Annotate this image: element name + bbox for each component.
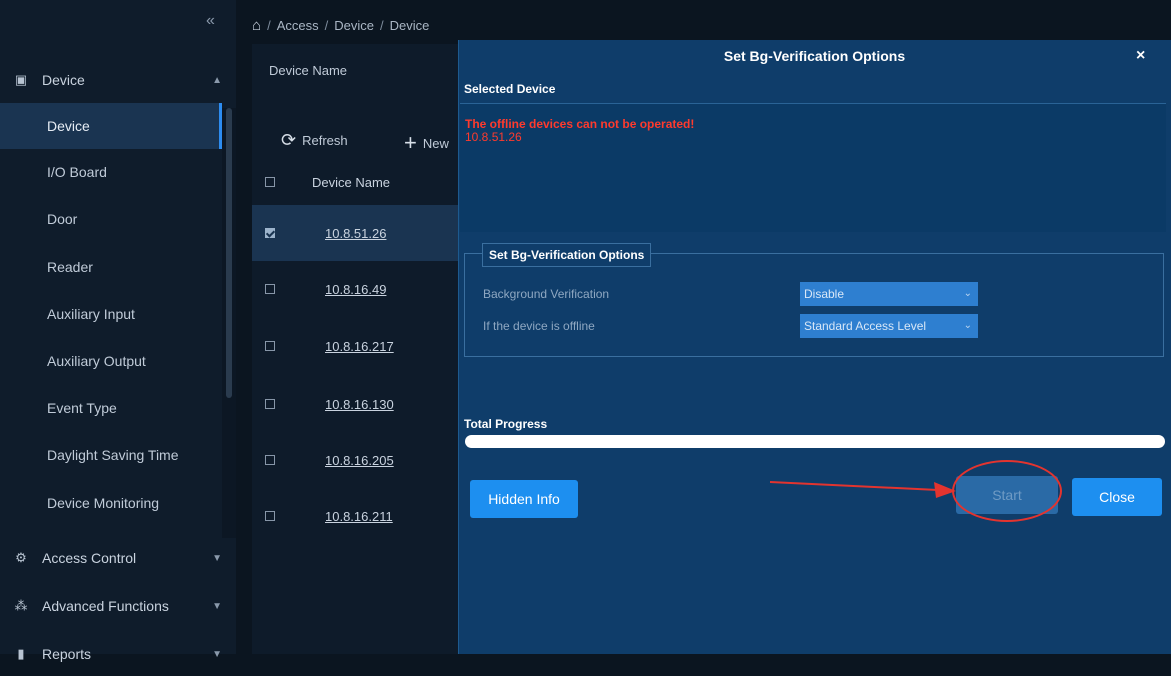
total-progress-label: Total Progress	[464, 417, 548, 431]
sidebar-section-label: Access Control	[42, 550, 137, 566]
dialog-title: Set Bg-Verification Options	[723, 48, 906, 64]
chevron-down-icon: ▼	[212, 648, 222, 660]
sidebar-item-io-board[interactable]: I/O Board	[0, 149, 222, 195]
sidebar-item-daylight-saving-time[interactable]: Daylight Saving Time	[0, 432, 222, 478]
row-checkbox[interactable]	[265, 399, 275, 409]
refresh-button[interactable]: ⟳ Refresh	[281, 130, 348, 151]
table-row[interactable]: 10.8.16.130	[252, 376, 462, 432]
home-icon[interactable]: ⌂	[252, 17, 261, 34]
sidebar-section-access-control[interactable]: ⚙ Access Control ▼	[0, 536, 236, 580]
offline-behavior-label: If the device is offline	[483, 319, 595, 333]
breadcrumb-item-device[interactable]: Device	[334, 18, 374, 33]
table-row[interactable]: 10.8.16.49	[252, 261, 462, 317]
sidebar-item-device-monitoring[interactable]: Device Monitoring	[0, 480, 222, 526]
offline-device-ip: 10.8.51.26	[465, 130, 522, 144]
device-icon: ▣	[14, 72, 28, 87]
sidebar-section-reports[interactable]: ▮ Reports ▼	[0, 632, 236, 676]
hidden-info-button[interactable]: Hidden Info	[470, 480, 578, 518]
table-header: Device Name	[252, 160, 462, 204]
new-label: New	[422, 135, 449, 151]
row-checkbox[interactable]	[265, 455, 275, 465]
chevron-down-icon: ▼	[212, 600, 222, 612]
background-verification-select[interactable]: Disable ⌄	[800, 282, 978, 306]
refresh-icon: ⟳	[281, 130, 297, 150]
breadcrumb-separator: /	[324, 18, 329, 33]
device-name-link[interactable]: 10.8.16.49	[325, 282, 386, 297]
sidebar-item-event-type[interactable]: Event Type	[0, 385, 222, 431]
table-row[interactable]: 10.8.51.26	[252, 205, 462, 261]
select-all-checkbox[interactable]	[265, 177, 275, 187]
row-checkbox[interactable]	[265, 228, 275, 238]
new-button[interactable]: + New	[404, 130, 449, 156]
select-value: Disable	[804, 287, 845, 301]
device-name-link[interactable]: 10.8.51.26	[325, 226, 386, 241]
breadcrumb-item-access[interactable]: Access	[277, 18, 319, 33]
breadcrumb-separator: /	[379, 18, 384, 33]
chevron-down-icon: ⌄	[963, 288, 972, 299]
select-value: Standard Access Level	[804, 319, 927, 333]
refresh-label: Refresh	[302, 133, 348, 148]
device-name-link[interactable]: 10.8.16.217	[325, 339, 394, 354]
sidebar-item-label: Device Monitoring	[47, 495, 160, 511]
close-icon[interactable]: ×	[1136, 47, 1145, 65]
row-checkbox[interactable]	[265, 341, 275, 351]
sidebar-section-advanced-functions[interactable]: ⁂ Advanced Functions ▼	[0, 584, 236, 628]
table-row[interactable]: 10.8.16.211	[252, 488, 462, 544]
chevron-down-icon: ▼	[212, 552, 222, 564]
sidebar-item-label: I/O Board	[47, 164, 107, 180]
chevron-down-icon: ⌄	[963, 320, 972, 331]
selected-device-label: Selected Device	[464, 82, 556, 96]
sidebar-item-label: Reader	[47, 259, 93, 275]
options-legend: Set Bg-Verification Options	[482, 243, 652, 267]
sidebar-item-label: Auxiliary Output	[47, 353, 146, 369]
sidebar-section-label: Device	[42, 72, 85, 88]
sidebar-item-label: Daylight Saving Time	[47, 447, 179, 463]
breadcrumb-separator: /	[267, 18, 271, 33]
annotation-arrow	[770, 481, 956, 498]
row-checkbox[interactable]	[265, 284, 275, 294]
sidebar-section-label: Advanced Functions	[42, 598, 169, 614]
table-row[interactable]: 10.8.16.217	[252, 318, 462, 374]
plus-icon: +	[404, 130, 417, 155]
sidebar-item-reader[interactable]: Reader	[0, 244, 222, 290]
chevron-up-icon: ▲	[212, 74, 222, 86]
breadcrumb-item-device-current: Device	[389, 18, 430, 33]
sidebar-item-label: Event Type	[47, 400, 117, 416]
breadcrumb: ⌂ / Access / Device / Device	[252, 17, 429, 34]
offline-behavior-select[interactable]: Standard Access Level ⌄	[800, 314, 978, 338]
scrollbar-thumb[interactable]	[226, 108, 232, 398]
sidebar-item-label: Auxiliary Input	[47, 306, 135, 322]
sidebar-item-door[interactable]: Door	[0, 196, 222, 242]
device-name-filter-label: Device Name	[269, 63, 348, 78]
annotation-highlight-circle	[952, 460, 1062, 522]
device-name-link[interactable]: 10.8.16.130	[325, 397, 394, 412]
table-row[interactable]: 10.8.16.205	[252, 432, 462, 488]
collapse-sidebar-icon[interactable]: «	[206, 12, 215, 30]
sidebar-item-auxiliary-input[interactable]: Auxiliary Input	[0, 291, 222, 337]
sidebar-item-auxiliary-output[interactable]: Auxiliary Output	[0, 338, 222, 384]
row-checkbox[interactable]	[265, 511, 275, 521]
column-header-device-name: Device Name	[312, 174, 391, 190]
advanced-icon: ⁂	[14, 598, 28, 613]
sidebar-section-device[interactable]: ▣ Device ▲	[0, 58, 236, 102]
offline-warning: The offline devices can not be operated!	[465, 117, 695, 131]
gear-icon: ⚙	[15, 550, 27, 565]
close-button[interactable]: Close	[1072, 478, 1162, 516]
device-name-link[interactable]: 10.8.16.205	[325, 453, 394, 468]
sidebar-item-label: Device	[47, 118, 90, 134]
sidebar-item-device[interactable]: Device	[0, 103, 222, 149]
sidebar-scrollbar[interactable]	[222, 108, 236, 538]
background-verification-label: Background Verification	[483, 287, 610, 301]
total-progress-bar	[465, 435, 1165, 448]
sidebar-item-label: Door	[47, 211, 78, 227]
report-icon: ▮	[17, 646, 25, 661]
device-name-link[interactable]: 10.8.16.211	[325, 509, 393, 524]
sidebar-section-label: Reports	[42, 646, 92, 662]
